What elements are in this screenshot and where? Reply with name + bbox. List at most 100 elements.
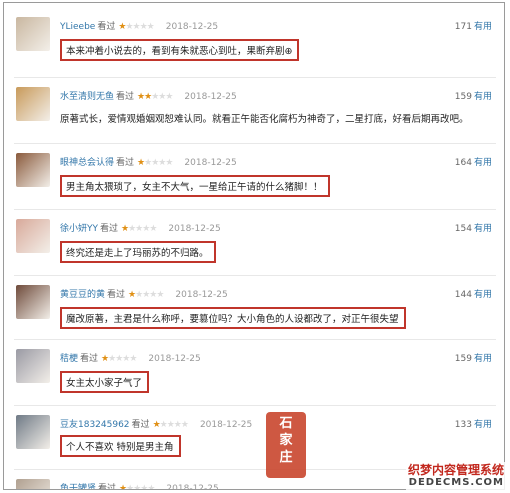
- user-avatar[interactable]: [16, 415, 50, 449]
- username-link[interactable]: 水至清则无鱼: [60, 92, 114, 102]
- user-avatar[interactable]: [16, 349, 50, 383]
- rating-stars-icon: ★★★★★: [152, 420, 189, 430]
- star-empty-icon: ★: [125, 22, 133, 32]
- star-empty-icon: ★: [180, 420, 189, 430]
- star-empty-icon: ★: [156, 290, 164, 300]
- divider: [14, 209, 496, 210]
- useful-count: 154: [454, 224, 472, 234]
- useful-button[interactable]: 有用: [474, 224, 492, 234]
- username-link[interactable]: 鱼干罐贤: [60, 484, 96, 489]
- useful-count: 144: [454, 290, 472, 300]
- seal-stamp: 石 家 庄: [266, 412, 306, 478]
- watermark: 织梦内容管理系统 DEDECMS.COM: [405, 462, 506, 490]
- review-date: 2018-12-25: [175, 290, 228, 300]
- star-empty-icon: ★: [129, 354, 137, 364]
- username-link[interactable]: 眼神总会认得: [60, 158, 114, 168]
- review-date: 2018-12-25: [199, 420, 253, 430]
- star-empty-icon: ★: [132, 22, 141, 32]
- review-date: 2018-12-25: [166, 484, 219, 490]
- review-list: YLieebe 看过 ★★★★★ 2018-12-25 171 有用 本来冲着小说去的，看到…: [3, 2, 505, 490]
- review-comment: 女主太小家子气了: [60, 371, 150, 393]
- useful-count: 159: [454, 354, 472, 364]
- divider: [14, 77, 496, 78]
- review-meta: 黄豆豆的黄 看过 ★★★★★ 2018-12-25: [60, 287, 228, 300]
- star-empty-icon: ★: [149, 224, 157, 234]
- review-comment: 男主角太猥琐了，女主不大气，一星给正午请的什么猪脚！！: [60, 175, 330, 197]
- watched-status: 看过: [80, 354, 99, 364]
- user-avatar[interactable]: [16, 17, 50, 51]
- useful-count: 159: [454, 92, 472, 102]
- useful-button[interactable]: 有用: [474, 420, 492, 430]
- star-empty-icon: ★: [165, 92, 173, 102]
- username-link[interactable]: 秸梗: [60, 354, 78, 364]
- useful-vote: 154 有用: [455, 221, 492, 234]
- watermark-title: 织梦内容管理系统: [407, 463, 504, 477]
- user-avatar[interactable]: [16, 479, 50, 489]
- useful-count: 171: [454, 22, 472, 32]
- useful-vote: 133 有用: [455, 417, 492, 430]
- useful-button[interactable]: 有用: [474, 22, 492, 32]
- watched-status: 看过: [97, 22, 116, 32]
- watched-status: 看过: [98, 484, 117, 490]
- watched-status: 看过: [131, 420, 150, 430]
- star-empty-icon: ★: [165, 158, 173, 168]
- useful-button[interactable]: 有用: [474, 290, 492, 300]
- rating-stars-icon: ★★★★★: [119, 484, 155, 490]
- star-empty-icon: ★: [139, 22, 148, 32]
- review-date: 2018-12-25: [168, 224, 221, 234]
- review-date: 2018-12-25: [165, 22, 219, 32]
- star-empty-icon: ★: [159, 420, 168, 430]
- useful-count: 164: [454, 158, 472, 168]
- divider: [14, 275, 496, 276]
- username-link[interactable]: 徐小妍YY: [60, 224, 98, 234]
- watched-status: 看过: [100, 224, 119, 234]
- username-link[interactable]: YLieebe: [60, 22, 95, 32]
- useful-button[interactable]: 有用: [474, 354, 492, 364]
- user-avatar[interactable]: [16, 219, 50, 253]
- watched-status: 看过: [107, 290, 126, 300]
- watched-status: 看过: [116, 158, 135, 168]
- divider: [14, 339, 496, 340]
- review-comment: 本来冲着小说去的，看到有朱就恶心到吐，果断弃剧⊕: [60, 39, 300, 61]
- divider: [14, 143, 496, 144]
- watched-status: 看过: [116, 92, 135, 102]
- rating-stars-icon: ★★★★★: [101, 354, 137, 364]
- useful-vote: 171 有用: [455, 19, 492, 32]
- review-date: 2018-12-25: [184, 92, 237, 102]
- user-avatar[interactable]: [16, 153, 50, 187]
- useful-vote: 144 有用: [455, 287, 492, 300]
- review-comment: 终究还是走上了玛丽苏的不归路。: [60, 241, 216, 263]
- review-meta: 鱼干罐贤 看过 ★★★★★ 2018-12-25: [60, 481, 219, 490]
- review-meta: 豆友183245962 看过 ★★★★★ 2018-12-25: [60, 417, 252, 430]
- review-meta: 徐小妍YY 看过 ★★★★★ 2018-12-25: [60, 221, 221, 234]
- review-meta: 水至清则无鱼 看过 ★★★★★ 2018-12-25: [60, 89, 237, 102]
- user-avatar[interactable]: [16, 285, 50, 319]
- useful-vote: 159 有用: [455, 351, 492, 364]
- rating-stars-icon: ★★★★★: [121, 224, 157, 234]
- user-avatar[interactable]: [16, 87, 50, 121]
- rating-stars-icon: ★★★★★: [128, 290, 164, 300]
- review-comment: 原著式长，爱情观婚姻观恕难认同。就看正午能否化腐朽为神奇了，二星打底，好看后期再…: [60, 114, 469, 125]
- review-meta: YLieebe 看过 ★★★★★ 2018-12-25: [60, 19, 218, 32]
- review-comment: 魔改原著，主君是什么称呼，要篡位吗？大小角色的人设都改了，对正午很失望: [60, 307, 406, 329]
- review-comment: 个人不喜欢 特别是男主角: [60, 435, 181, 457]
- rating-stars-icon: ★★★★★: [118, 22, 155, 32]
- review-meta: 眼神总会认得 看过 ★★★★★ 2018-12-25: [60, 155, 237, 168]
- useful-vote: 164 有用: [455, 155, 492, 168]
- divider: [14, 405, 496, 406]
- rating-stars-icon: ★★★★★: [137, 92, 173, 102]
- star-empty-icon: ★: [146, 22, 155, 32]
- useful-button[interactable]: 有用: [474, 92, 492, 102]
- watermark-domain: DEDECMS.COM: [408, 477, 504, 488]
- useful-count: 133: [454, 420, 472, 430]
- star-filled-icon: ★: [152, 420, 161, 430]
- star-empty-icon: ★: [166, 420, 175, 430]
- review-date: 2018-12-25: [148, 354, 201, 364]
- useful-button[interactable]: 有用: [474, 158, 492, 168]
- star-empty-icon: ★: [147, 484, 155, 490]
- star-empty-icon: ★: [173, 420, 182, 430]
- username-link[interactable]: 豆友183245962: [60, 420, 130, 430]
- review-meta: 秸梗 看过 ★★★★★ 2018-12-25: [60, 351, 201, 364]
- username-link[interactable]: 黄豆豆的黄: [60, 290, 105, 300]
- rating-stars-icon: ★★★★★: [137, 158, 173, 168]
